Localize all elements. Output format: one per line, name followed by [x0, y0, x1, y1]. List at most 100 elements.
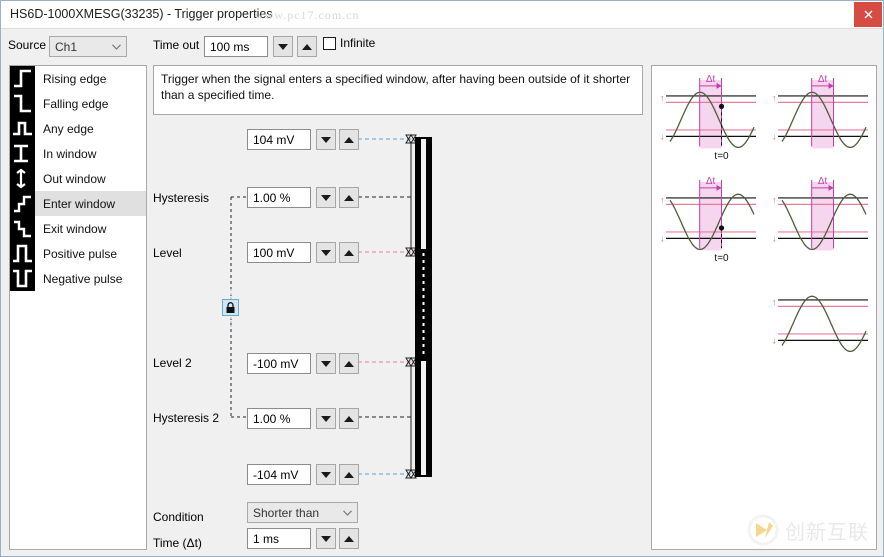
falling-edge-icon	[10, 91, 35, 116]
hysteresis-input[interactable]: 1.00 %	[247, 187, 311, 208]
upper-bound-decrement-button[interactable]	[316, 129, 336, 150]
svg-text:Δt: Δt	[706, 74, 716, 85]
upper-bound-value: 104 mV	[253, 132, 295, 147]
preview-mid-left: Δt t=0 ↑ ↓	[656, 174, 760, 266]
trigger-type-item-positive-pulse[interactable]: Positive pulse	[10, 241, 146, 266]
level-value: 100 mV	[253, 245, 295, 260]
triangle-down-icon	[321, 471, 331, 478]
triangle-down-icon	[321, 535, 331, 542]
svg-text:t=0: t=0	[714, 151, 729, 162]
lower-bound-increment-button[interactable]	[339, 464, 359, 485]
upper-bound-increment-button[interactable]	[339, 129, 359, 150]
toolbar: Source Ch1 Time out 100 ms Infinite	[1, 29, 883, 62]
level2-decrement-button[interactable]	[316, 353, 336, 374]
level-input[interactable]: 100 mV	[247, 242, 311, 263]
source-select[interactable]: Ch1	[49, 36, 127, 57]
trigger-type-item-any-edge[interactable]: Any edge	[10, 116, 146, 141]
svg-text:Δt: Δt	[818, 74, 828, 85]
trigger-type-item-rising-edge[interactable]: Rising edge	[10, 66, 146, 91]
svg-text:Δt: Δt	[818, 176, 828, 187]
timeout-increment-button[interactable]	[297, 36, 317, 57]
preview-top-left: Δt t=0 ↑ ↓	[656, 72, 760, 164]
exit-window-icon	[10, 216, 35, 241]
trigger-type-item-falling-edge[interactable]: Falling edge	[10, 91, 146, 116]
positive-pulse-icon	[10, 241, 35, 266]
description-box: Trigger when the signal enters a specifi…	[153, 65, 643, 115]
hysteresis2-increment-button[interactable]	[339, 408, 359, 429]
hysteresis-label: Hysteresis	[153, 191, 210, 205]
condition-select[interactable]: Shorter than	[247, 502, 358, 523]
svg-text:↑: ↑	[660, 93, 665, 103]
lock-levels-toggle[interactable]	[222, 299, 239, 316]
close-button[interactable]	[854, 2, 882, 27]
in-window-icon	[10, 141, 35, 166]
level2-input[interactable]: -100 mV	[247, 353, 311, 374]
time-input[interactable]: 1 ms	[247, 528, 311, 549]
level-label: Level	[153, 246, 182, 260]
trigger-type-item-out-window[interactable]: Out window	[10, 166, 146, 191]
condition-select-value: Shorter than	[253, 505, 320, 520]
time-decrement-button[interactable]	[316, 528, 336, 549]
source-label: Source	[8, 38, 47, 52]
time-value: 1 ms	[253, 531, 280, 546]
triangle-down-icon	[321, 194, 331, 201]
level-scale-widget[interactable]	[415, 137, 432, 477]
svg-text:↑: ↑	[772, 297, 777, 307]
infinite-checkbox[interactable]: Infinite	[323, 36, 375, 50]
svg-text:↓: ↓	[772, 131, 777, 141]
chevron-down-icon	[112, 43, 121, 50]
triangle-up-icon	[344, 471, 354, 478]
trigger-type-label: Positive pulse	[43, 246, 118, 261]
chevron-down-icon	[343, 509, 352, 516]
level-increment-button[interactable]	[339, 242, 359, 263]
lower-bound-input[interactable]: -104 mV	[247, 464, 311, 485]
level2-value: -100 mV	[253, 356, 299, 371]
trigger-type-item-enter-window[interactable]: Enter window	[10, 191, 146, 216]
triangle-down-icon	[321, 415, 331, 422]
checkbox-box-icon	[323, 36, 336, 50]
level2-increment-button[interactable]	[339, 353, 359, 374]
rising-edge-icon	[10, 66, 35, 91]
hysteresis2-decrement-button[interactable]	[316, 408, 336, 429]
parameter-area: 104 mV Hysteresis 1.00 % Level 100 mV Le…	[153, 121, 643, 550]
triangle-up-icon	[344, 194, 354, 201]
hysteresis-decrement-button[interactable]	[316, 187, 336, 208]
preview-panel: Δt t=0 ↑ ↓ Δt ↑ ↓ Δt t=0 ↑ ↓ Δt ↑ ↓ ↑ ↓	[651, 65, 877, 550]
lower-bound-value: -104 mV	[253, 467, 299, 482]
upper-bound-input[interactable]: 104 mV	[247, 129, 311, 150]
lower-bound-decrement-button[interactable]	[316, 464, 336, 485]
triangle-up-icon	[344, 415, 354, 422]
svg-text:↓: ↓	[772, 233, 777, 243]
trigger-type-label: Out window	[43, 171, 106, 186]
triangle-up-icon	[344, 535, 354, 542]
level-decrement-button[interactable]	[316, 242, 336, 263]
trigger-type-item-in-window[interactable]: In window	[10, 141, 146, 166]
time-increment-button[interactable]	[339, 528, 359, 549]
svg-text:Δt: Δt	[706, 176, 716, 187]
trigger-type-label: Rising edge	[43, 71, 107, 86]
svg-text:↓: ↓	[772, 335, 777, 345]
level-scale-graphic	[415, 137, 432, 477]
connector-lines	[230, 134, 417, 479]
trigger-type-list[interactable]: Rising edge Falling edge Any edge In window…	[9, 65, 147, 550]
trigger-type-item-negative-pulse[interactable]: Negative pulse	[10, 266, 146, 291]
trigger-properties-window: HS6D-1000XMESG(33235) - Trigger properti…	[0, 0, 884, 557]
triangle-up-icon	[344, 249, 354, 256]
triangle-down-icon	[321, 360, 331, 367]
hysteresis-increment-button[interactable]	[339, 187, 359, 208]
triangle-down-icon	[321, 136, 331, 143]
timeout-input[interactable]: 100 ms	[204, 36, 268, 57]
svg-text:t=0: t=0	[714, 253, 729, 264]
hysteresis2-input[interactable]: 1.00 %	[247, 408, 311, 429]
trigger-type-label: Any edge	[43, 121, 94, 136]
hysteresis-value: 1.00 %	[253, 190, 291, 205]
triangle-up-icon	[344, 136, 354, 143]
triangle-down-icon	[278, 43, 288, 50]
timeout-input-value: 100 ms	[210, 39, 250, 54]
trigger-type-label: In window	[43, 146, 97, 161]
preview-mid-right: Δt ↑ ↓	[768, 174, 872, 266]
timeout-decrement-button[interactable]	[273, 36, 293, 57]
out-window-icon	[10, 166, 35, 191]
preview-bottom-right: ↑ ↓	[768, 276, 872, 368]
trigger-type-item-exit-window[interactable]: Exit window	[10, 216, 146, 241]
